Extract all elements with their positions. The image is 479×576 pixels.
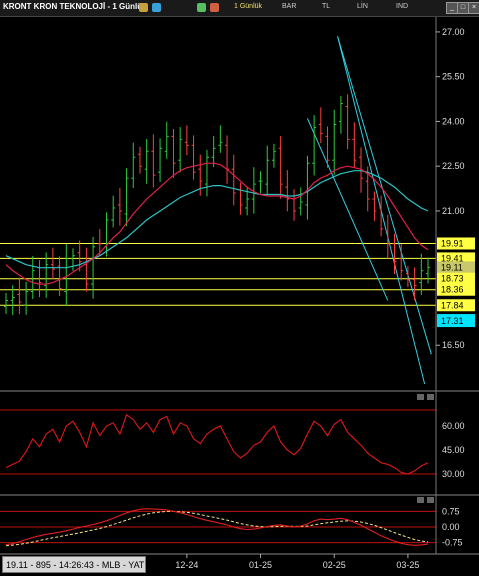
compare-icon[interactable] bbox=[152, 3, 161, 12]
x-axis-label: 01-25 bbox=[249, 560, 272, 570]
level-label: 18.36 bbox=[441, 285, 464, 295]
rsi-panel[interactable] bbox=[0, 409, 436, 475]
price-axis-label: 24.00 bbox=[442, 116, 465, 126]
period-selector[interactable]: 1 Günlük bbox=[234, 3, 262, 10]
macd-axis-label: 0.00 bbox=[442, 522, 460, 532]
price-axis-label: 27.00 bbox=[442, 27, 465, 37]
x-axis-label: 12-24 bbox=[175, 560, 198, 570]
tl-button[interactable]: TL bbox=[322, 3, 330, 10]
rsi-axis-label: 45.00 bbox=[442, 445, 465, 455]
level-label: 18.73 bbox=[441, 274, 464, 284]
status-bar: 19.11 - 895 - 14:26:43 - MLB - YAT bbox=[2, 556, 146, 573]
rsi-panel-button bbox=[427, 394, 434, 400]
close-button[interactable]: × bbox=[468, 2, 479, 14]
rsi-line bbox=[5, 413, 429, 475]
price-axis-label: 21.00 bbox=[442, 206, 465, 216]
trend-channel-upper bbox=[337, 36, 432, 355]
price-panel[interactable] bbox=[0, 36, 436, 385]
macd-panel-button bbox=[417, 497, 424, 503]
macd-panel-button bbox=[427, 497, 434, 503]
macd-axis-label: 0.75 bbox=[442, 506, 460, 516]
drawing-icon[interactable] bbox=[197, 3, 206, 12]
level-label: 17.84 bbox=[441, 300, 464, 310]
price-axis-label: 16.50 bbox=[442, 340, 465, 350]
rsi-axis-label: 60.00 bbox=[442, 421, 465, 431]
price-axis-label: 22.50 bbox=[442, 161, 465, 171]
x-axis-label: 02-25 bbox=[323, 560, 346, 570]
current-price-label: 17.31 bbox=[441, 316, 464, 326]
stock-chart[interactable]: 27.0025.5024.0022.5021.0016.5019.9119.41… bbox=[0, 0, 479, 576]
symbol-title: KRONT KRON TEKNOLOJİ - 1 Günlük bbox=[3, 2, 147, 11]
price-axis-label: 25.50 bbox=[442, 72, 465, 82]
macd-signal-line bbox=[5, 510, 429, 547]
lin-button[interactable]: LİN bbox=[357, 3, 368, 10]
moving-average-fast bbox=[5, 162, 429, 285]
macd-axis-label: -0.75 bbox=[442, 538, 463, 548]
axes: 27.0025.5024.0022.5021.0016.5019.9119.41… bbox=[0, 17, 479, 570]
ind-button[interactable]: IND bbox=[396, 3, 408, 10]
moving-average-slow bbox=[5, 170, 429, 269]
bar-button[interactable]: BAR bbox=[282, 3, 296, 10]
settings-icon[interactable] bbox=[210, 3, 219, 12]
level-label: 19.91 bbox=[441, 238, 464, 248]
chart-icon[interactable] bbox=[139, 3, 148, 12]
toolbar: KRONT KRON TEKNOLOJİ - 1 Günlük 1 Günlük… bbox=[0, 0, 479, 17]
x-axis-label: 03-25 bbox=[396, 560, 419, 570]
level-label: 19.11 bbox=[441, 262, 463, 272]
rsi-axis-label: 30.00 bbox=[442, 469, 465, 479]
macd-panel[interactable] bbox=[0, 508, 436, 547]
rsi-panel-button bbox=[417, 394, 424, 400]
